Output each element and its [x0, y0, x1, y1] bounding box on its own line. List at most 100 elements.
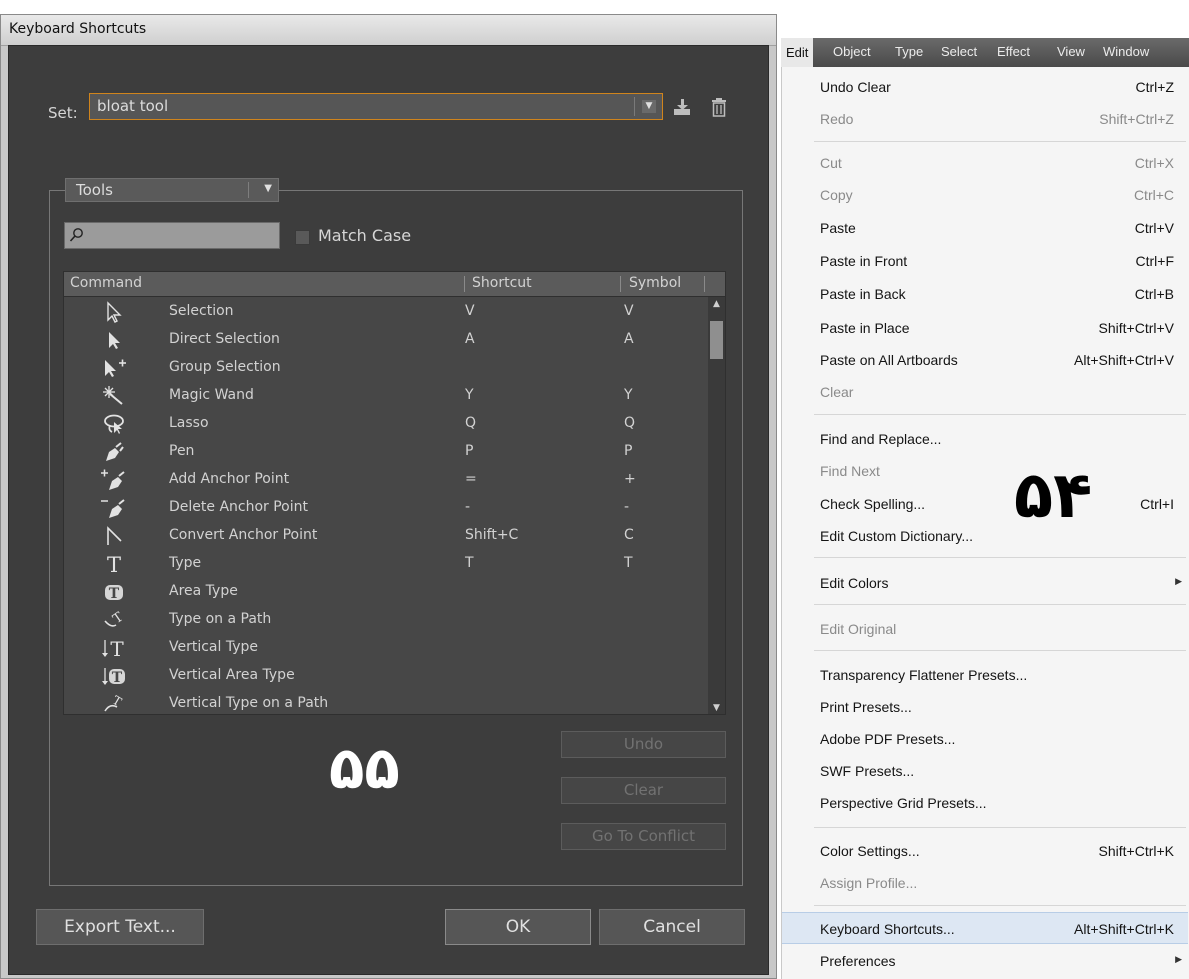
table-row[interactable]: T Vertical Area Type: [64, 662, 709, 690]
menu-item-cut[interactable]: Cut Ctrl+X: [782, 147, 1188, 179]
menu-separator: [814, 557, 1186, 558]
submenu-arrow-icon: ▶: [1175, 576, 1182, 586]
table-row[interactable]: Group Selection: [64, 354, 709, 382]
save-set-button[interactable]: [671, 96, 693, 118]
menubar-view[interactable]: View: [1057, 44, 1085, 59]
menu-item-paste-in-front[interactable]: Paste in Front Ctrl+F: [782, 245, 1188, 277]
table-row[interactable]: T Type on a Path: [64, 606, 709, 634]
shortcut-value[interactable]: A: [465, 331, 475, 347]
menubar-window[interactable]: Window: [1103, 44, 1149, 59]
menu-item-shortcut: Ctrl+Z: [1135, 79, 1175, 95]
shortcut-value[interactable]: V: [465, 303, 475, 319]
set-dropdown[interactable]: bloat tool ▼: [89, 93, 663, 120]
command-name: Vertical Area Type: [169, 667, 295, 683]
menu-item-paste-on-all-artboards[interactable]: Paste on All Artboards Alt+Shift+Ctrl+V: [782, 344, 1188, 376]
cancel-button[interactable]: Cancel: [599, 909, 745, 945]
shortcut-value[interactable]: T: [465, 555, 474, 571]
lasso-icon: [94, 411, 134, 437]
menu-item-assign-profile[interactable]: Assign Profile...: [782, 867, 1188, 899]
table-row[interactable]: T Area Type: [64, 578, 709, 606]
menu-item-preferences[interactable]: Preferences ▶: [782, 945, 1188, 977]
keyboard-shortcuts-dialog: Keyboard Shortcuts Set: bloat tool ▼ Too…: [0, 14, 777, 979]
menu-item-edit-custom-dictionary[interactable]: Edit Custom Dictionary...: [782, 520, 1188, 552]
menu-item-copy[interactable]: Copy Ctrl+C: [782, 179, 1188, 211]
shortcut-value[interactable]: =: [465, 471, 477, 487]
table-row[interactable]: Selection V V: [64, 298, 709, 326]
dialog-title-bar[interactable]: Keyboard Shortcuts: [1, 15, 776, 46]
menubar-object[interactable]: Object: [833, 44, 871, 59]
menu-item-label: Find Next: [820, 463, 880, 479]
chevron-down-icon[interactable]: ▼: [642, 100, 656, 113]
table-scrollbar[interactable]: ▲ ▼: [708, 297, 725, 714]
match-case-checkbox[interactable]: [295, 230, 310, 245]
menubar-edit[interactable]: Edit: [781, 38, 814, 67]
table-row[interactable]: T Vertical Type on a Path: [64, 690, 709, 714]
menu-item-transparency-flattener-presets[interactable]: Transparency Flattener Presets...: [782, 659, 1188, 691]
menu-item-redo[interactable]: Redo Shift+Ctrl+Z: [782, 103, 1188, 135]
menu-item-paste-in-place[interactable]: Paste in Place Shift+Ctrl+V: [782, 312, 1188, 344]
menu-item-paste-in-back[interactable]: Paste in Back Ctrl+B: [782, 278, 1188, 310]
table-row[interactable]: T Vertical Type: [64, 634, 709, 662]
table-row[interactable]: Direct Selection A A: [64, 326, 709, 354]
export-text-button[interactable]: Export Text...: [36, 909, 204, 945]
menubar-effect[interactable]: Effect: [997, 44, 1030, 59]
menu-item-swf-presets[interactable]: SWF Presets...: [782, 755, 1188, 787]
scroll-down-arrow-icon[interactable]: ▼: [708, 701, 725, 714]
shortcut-value[interactable]: Shift+C: [465, 527, 518, 543]
menu-item-find-next[interactable]: Find Next: [782, 455, 1188, 487]
delete-set-button[interactable]: [708, 96, 730, 118]
menu-item-clear[interactable]: Clear: [782, 376, 1188, 408]
menu-item-label: Edit Custom Dictionary...: [820, 528, 974, 544]
undo-button[interactable]: Undo: [561, 731, 726, 758]
menu-item-label: Cut: [820, 155, 842, 171]
menu-item-undo-clear[interactable]: Undo Clear Ctrl+Z: [782, 71, 1188, 103]
column-header-shortcut[interactable]: Shortcut: [472, 275, 532, 291]
menubar-select[interactable]: Select: [941, 44, 977, 59]
menu-item-shortcut: Alt+Shift+Ctrl+K: [1074, 921, 1174, 937]
shortcut-value[interactable]: -: [465, 499, 470, 515]
menu-item-color-settings[interactable]: Color Settings... Shift+Ctrl+K: [782, 835, 1188, 867]
pen-icon: [94, 439, 134, 465]
magic-wand-icon: [94, 383, 134, 409]
table-row[interactable]: Convert Anchor Point Shift+C C: [64, 522, 709, 550]
command-name: Convert Anchor Point: [169, 527, 318, 543]
shortcut-value[interactable]: P: [465, 443, 473, 459]
menu-item-keyboard-shortcuts[interactable]: Keyboard Shortcuts... Alt+Shift+Ctrl+K: [782, 912, 1188, 944]
menu-item-label: Transparency Flattener Presets...: [820, 667, 1028, 683]
go-to-conflict-button[interactable]: Go To Conflict: [561, 823, 726, 850]
menu-item-perspective-grid-presets[interactable]: Perspective Grid Presets...: [782, 787, 1188, 819]
column-header-symbol[interactable]: Symbol: [629, 275, 681, 291]
menu-separator: [814, 905, 1186, 906]
shortcut-value[interactable]: Y: [465, 387, 474, 403]
scrollbar-thumb[interactable]: [710, 321, 723, 359]
menu-item-label: Paste: [820, 220, 856, 236]
chevron-down-icon[interactable]: ▼: [264, 183, 272, 194]
table-row[interactable]: Delete Anchor Point - -: [64, 494, 709, 522]
table-row[interactable]: Pen P P: [64, 438, 709, 466]
svg-text:T: T: [110, 693, 124, 709]
shortcut-value[interactable]: Q: [465, 415, 476, 431]
scroll-up-arrow-icon[interactable]: ▲: [708, 297, 725, 311]
menu-item-edit-colors[interactable]: Edit Colors ▶: [782, 567, 1188, 599]
category-dropdown[interactable]: Tools ▼: [65, 178, 279, 202]
menu-item-check-spelling[interactable]: Check Spelling... Ctrl+I: [782, 488, 1188, 520]
clear-button[interactable]: Clear: [561, 777, 726, 804]
menu-item-label: Clear: [820, 384, 854, 400]
search-input[interactable]: [64, 222, 280, 249]
menu-item-print-presets[interactable]: Print Presets...: [782, 691, 1188, 723]
shortcuts-table: Command Shortcut Symbol Selection V V Di…: [63, 271, 726, 715]
column-header-command[interactable]: Command: [70, 275, 142, 291]
ok-button[interactable]: OK: [445, 909, 591, 945]
table-row[interactable]: T Type T T: [64, 550, 709, 578]
menu-item-label: Copy: [820, 187, 853, 203]
table-row[interactable]: Add Anchor Point = +: [64, 466, 709, 494]
menu-item-find-and-replace[interactable]: Find and Replace...: [782, 423, 1188, 455]
menu-item-shortcut: Shift+Ctrl+V: [1098, 320, 1174, 336]
menu-item-edit-original[interactable]: Edit Original: [782, 613, 1188, 645]
menu-item-paste[interactable]: Paste Ctrl+V: [782, 212, 1188, 244]
menubar-type[interactable]: Type: [895, 44, 923, 59]
menu-item-label: Keyboard Shortcuts...: [820, 921, 955, 937]
table-row[interactable]: Lasso Q Q: [64, 410, 709, 438]
table-row[interactable]: Magic Wand Y Y: [64, 382, 709, 410]
menu-item-adobe-pdf-presets[interactable]: Adobe PDF Presets...: [782, 723, 1188, 755]
